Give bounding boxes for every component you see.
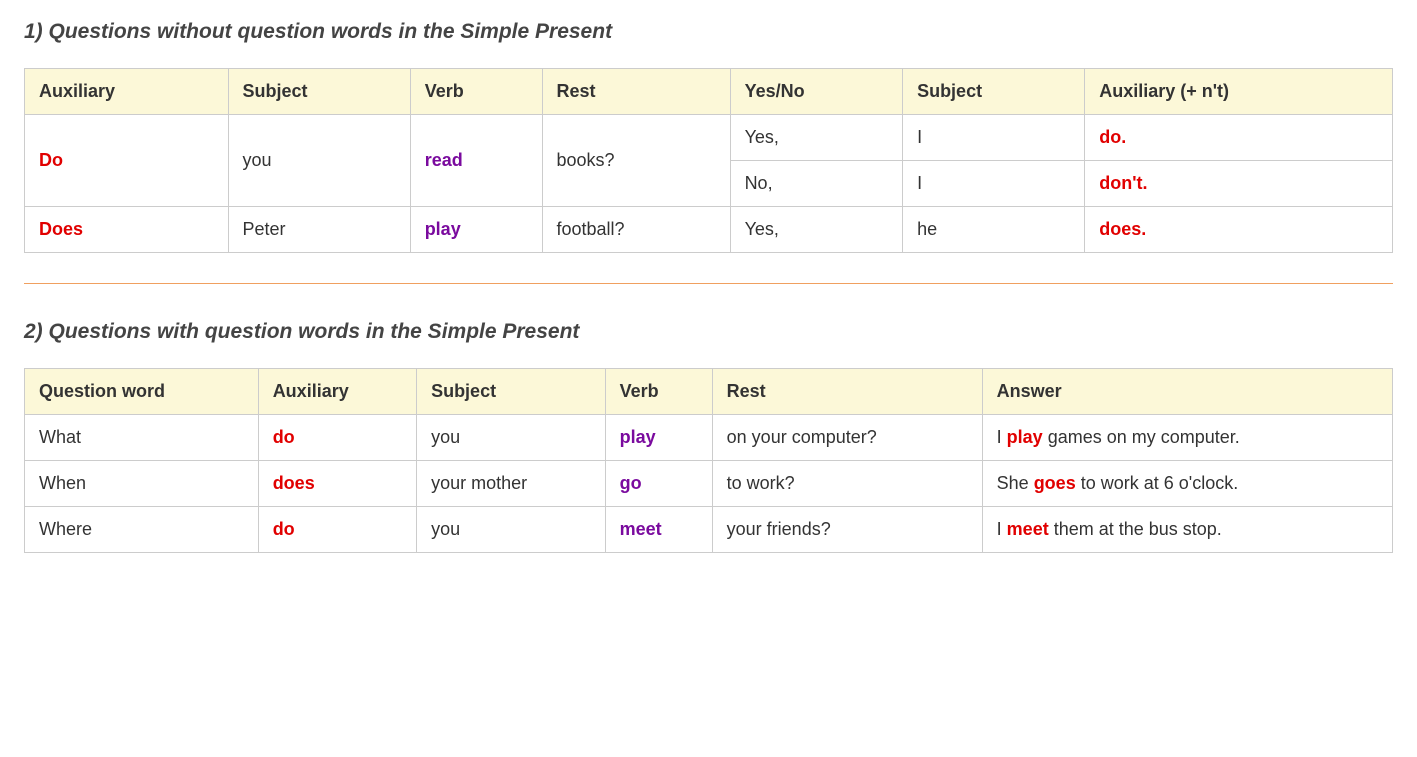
t2-r2-qword: When [25,461,259,507]
t2-r2-subject: your mother [417,461,606,507]
t1-r1-aux2: do. [1085,115,1393,161]
t1-h-verb: Verb [410,69,542,115]
t2-h-qword: Question word [25,369,259,415]
table2: Question word Auxiliary Subject Verb Res… [24,368,1393,553]
t1-r1-rest: books? [542,115,730,207]
t2-h-aux: Auxiliary [258,369,416,415]
t2-r3-subject: you [417,507,606,553]
t2-r3-verb: meet [605,507,712,553]
section1-heading: 1) Questions without question words in t… [24,20,1393,44]
table-row: What do you play on your computer? I pla… [25,415,1393,461]
t1-h-aux2: Auxiliary (+ n't) [1085,69,1393,115]
t2-r3-ans-hl: meet [1007,519,1049,539]
t1-r2-aux2: don't. [1085,161,1393,207]
t1-h-aux: Auxiliary [25,69,229,115]
divider [24,283,1393,284]
t2-r2-ans-pre: She [997,473,1034,493]
t2-r2-verb: go [605,461,712,507]
t2-r2-rest: to work? [712,461,982,507]
t2-r3-aux: do [258,507,416,553]
t1-r1-verb: read [410,115,542,207]
t2-h-rest: Rest [712,369,982,415]
table-row: Where do you meet your friends? I meet t… [25,507,1393,553]
t1-r2-subject2: I [903,161,1085,207]
t2-r2-ans-hl: goes [1034,473,1076,493]
t2-r3-ans-post: them at the bus stop. [1049,519,1222,539]
table1: Auxiliary Subject Verb Rest Yes/No Subje… [24,68,1393,253]
t1-r1-aux: Do [25,115,229,207]
t2-r3-rest: your friends? [712,507,982,553]
t2-r2-answer: She goes to work at 6 o'clock. [982,461,1392,507]
t1-r3-aux: Does [25,207,229,253]
t2-r1-qword: What [25,415,259,461]
t1-h-subject2: Subject [903,69,1085,115]
t2-r3-qword: Where [25,507,259,553]
t1-r3-aux2: does. [1085,207,1393,253]
t2-r1-ans-hl: play [1007,427,1043,447]
table-row: Does Peter play football? Yes, he does. [25,207,1393,253]
t1-r1-subject: you [228,115,410,207]
t2-r3-answer: I meet them at the bus stop. [982,507,1392,553]
table-row: When does your mother go to work? She go… [25,461,1393,507]
t1-r3-subject2: he [903,207,1085,253]
section2-heading: 2) Questions with question words in the … [24,320,1393,344]
t1-h-yesno: Yes/No [730,69,903,115]
table-row: Do you read books? Yes, I do. [25,115,1393,161]
t2-r1-ans-pre: I [997,427,1007,447]
t1-r2-yesno: No, [730,161,903,207]
t2-h-verb: Verb [605,369,712,415]
t2-r1-answer: I play games on my computer. [982,415,1392,461]
t2-r1-subject: you [417,415,606,461]
t1-r1-subject2: I [903,115,1085,161]
t2-r1-aux: do [258,415,416,461]
t2-r1-ans-post: games on my computer. [1043,427,1240,447]
t2-r2-aux: does [258,461,416,507]
t1-r3-subject: Peter [228,207,410,253]
t1-h-subject: Subject [228,69,410,115]
t2-r2-ans-post: to work at 6 o'clock. [1076,473,1239,493]
t1-r3-yesno: Yes, [730,207,903,253]
t1-r1-yesno: Yes, [730,115,903,161]
t1-h-rest: Rest [542,69,730,115]
t2-h-answer: Answer [982,369,1392,415]
t2-r1-rest: on your computer? [712,415,982,461]
t2-r1-verb: play [605,415,712,461]
t2-h-subject: Subject [417,369,606,415]
t1-r3-rest: football? [542,207,730,253]
t2-r3-ans-pre: I [997,519,1007,539]
t1-r3-verb: play [410,207,542,253]
